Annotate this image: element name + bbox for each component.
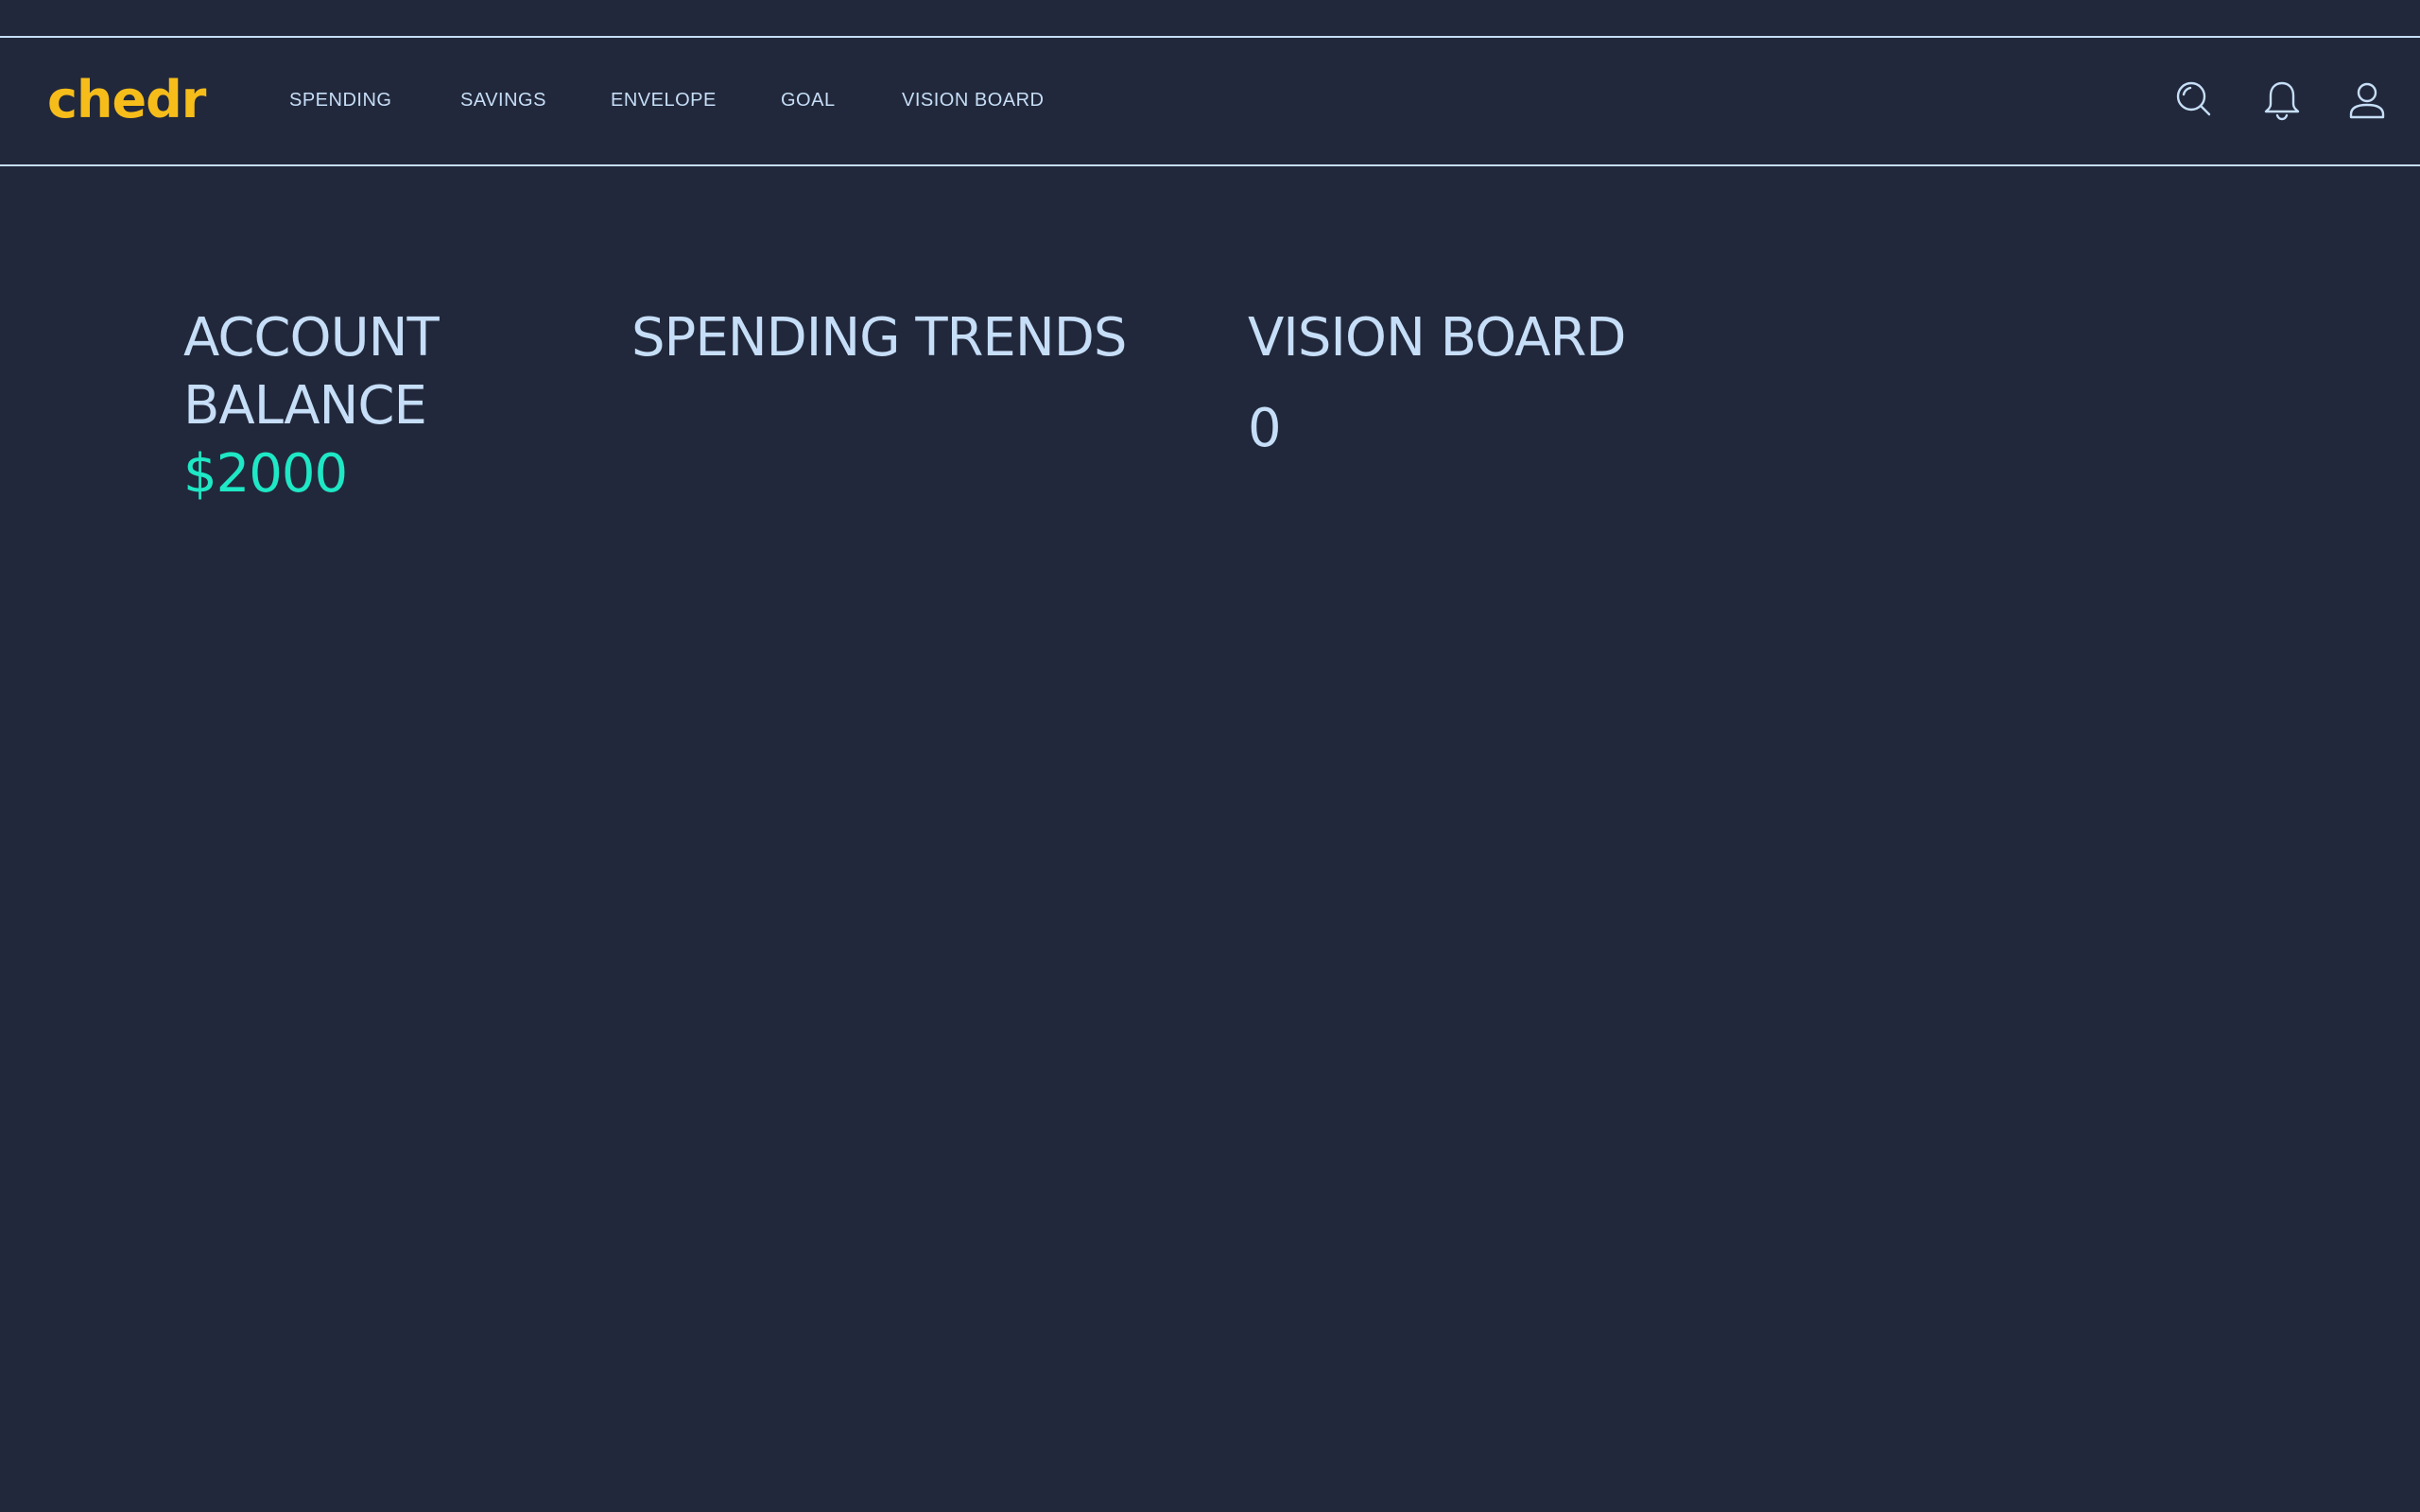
nav-item-envelope[interactable]: ENVELOPE <box>611 89 717 112</box>
nav-item-savings[interactable]: SAVINGS <box>460 89 546 112</box>
app-logo[interactable]: chedr <box>47 72 206 129</box>
nav-item-spending[interactable]: SPENDING <box>289 89 391 112</box>
top-navigation-bar: chedr SPENDING SAVINGS ENVELOPE GOAL VIS… <box>0 36 2420 166</box>
nav-item-goal[interactable]: GOAL <box>781 89 836 112</box>
search-icon[interactable] <box>2170 76 2220 125</box>
account-balance-title: ACCOUNT BALANCE <box>183 307 440 437</box>
user-icon[interactable] <box>2342 76 2392 125</box>
bell-icon[interactable] <box>2257 76 2307 125</box>
account-balance-value: $2000 <box>183 443 348 505</box>
spending-trends-title: SPENDING TRENDS <box>631 307 1127 369</box>
vision-board-count: 0 <box>1248 398 1282 459</box>
vision-board-title: VISION BOARD <box>1248 307 1627 369</box>
nav-item-vision-board[interactable]: VISION BOARD <box>902 89 1044 112</box>
